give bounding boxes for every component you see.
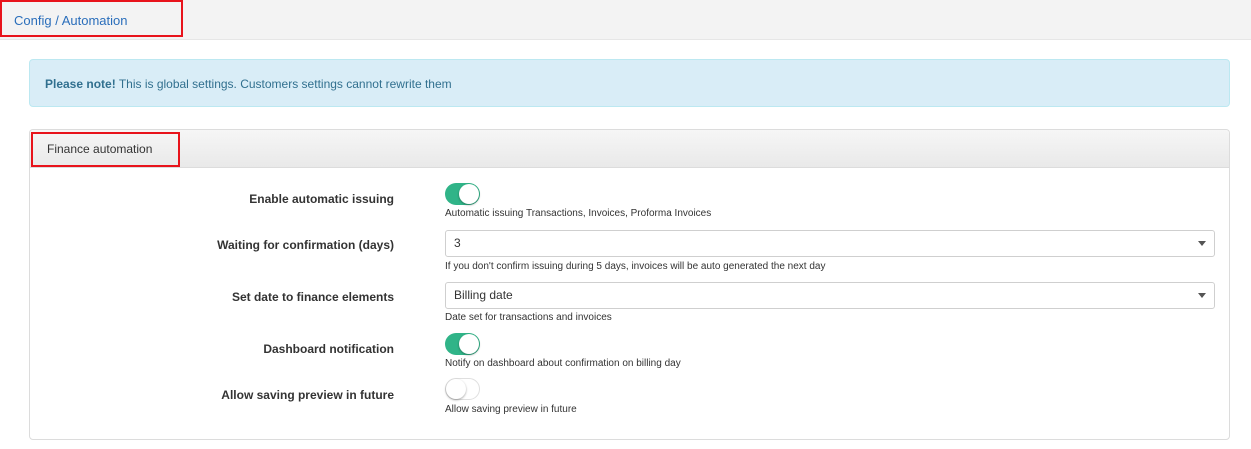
waiting-days-select[interactable]: 3 [445,230,1215,257]
set-date-select[interactable]: Billing date [445,282,1215,309]
toggle-knob [459,334,479,354]
enable-issuing-help: Automatic issuing Transactions, Invoices… [445,208,712,219]
chevron-down-icon [1198,241,1206,246]
waiting-days-help: If you don't confirm issuing during 5 da… [445,261,826,272]
waiting-days-value: 3 [454,236,461,250]
set-date-label: Set date to finance elements [231,290,394,304]
enable-issuing-toggle[interactable] [445,183,480,205]
alert-strong: Please note! [45,77,116,91]
toggle-knob [446,379,466,399]
toggle-knob [459,184,479,204]
dashboard-notification-label: Dashboard notification [263,342,394,356]
dashboard-notification-toggle[interactable] [445,333,480,355]
allow-preview-toggle[interactable] [445,378,480,400]
set-date-value: Billing date [454,288,513,302]
dashboard-notification-help: Notify on dashboard about confirmation o… [445,358,681,369]
enable-issuing-label: Enable automatic issuing [249,192,394,206]
top-bar [0,0,1251,40]
set-date-help: Date set for transactions and invoices [445,312,612,323]
breadcrumb-link[interactable]: Config / Automation [14,13,127,28]
chevron-down-icon [1198,293,1206,298]
breadcrumb: Config / Automation [0,0,183,37]
allow-preview-help: Allow saving preview in future [445,404,577,415]
finance-automation-panel: Finance automation Enable automatic issu… [29,129,1230,440]
global-settings-alert: Please note! This is global settings. Cu… [29,59,1230,107]
waiting-days-label: Waiting for confirmation (days) [217,238,394,252]
panel-title: Finance automation [31,132,180,167]
panel-heading: Finance automation [30,130,1229,168]
alert-text: This is global settings. Customers setti… [115,77,452,91]
allow-preview-label: Allow saving preview in future [221,388,394,402]
